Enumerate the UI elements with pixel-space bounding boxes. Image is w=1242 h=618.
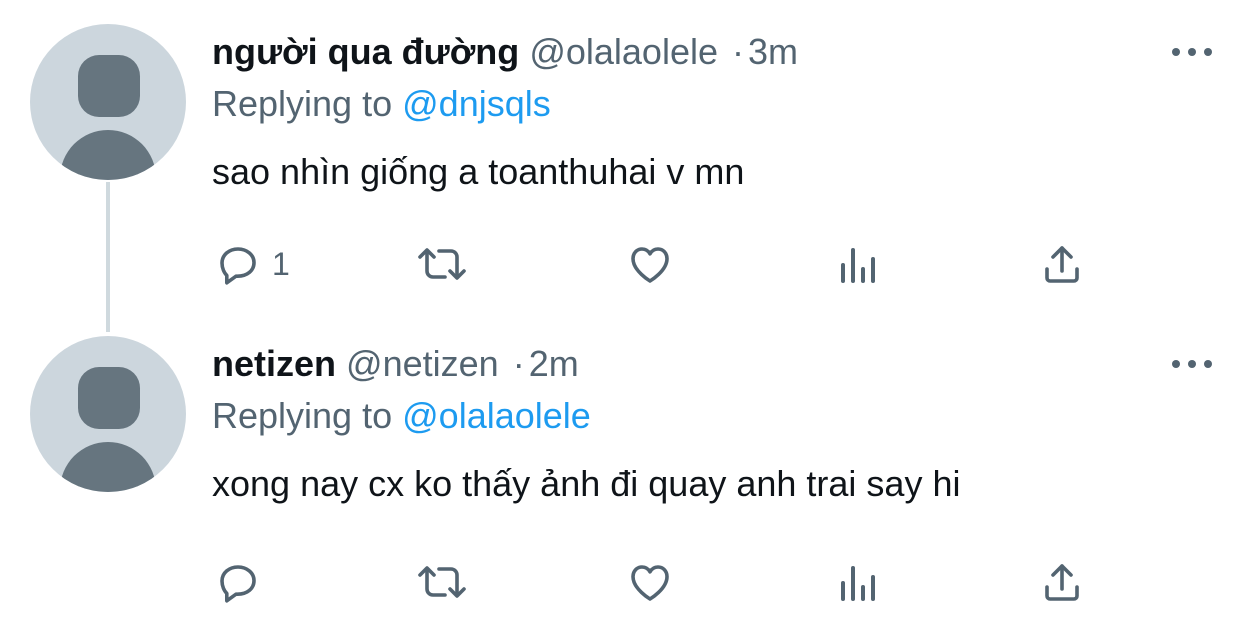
display-name[interactable]: người qua đường	[212, 31, 519, 72]
retweet-button[interactable]	[414, 234, 470, 294]
replying-to-handle[interactable]: @dnjsqls	[402, 83, 551, 124]
separator: ·	[732, 31, 744, 72]
retweet-button[interactable]	[414, 552, 470, 612]
username[interactable]: @netizen	[346, 343, 499, 384]
display-name[interactable]: netizen	[212, 343, 336, 384]
views-button[interactable]	[834, 552, 882, 612]
replying-to: Replying to @olalaolele	[212, 392, 591, 440]
default-avatar-body-icon	[60, 442, 156, 492]
reply-icon	[220, 247, 256, 285]
username[interactable]: @olalaolele	[529, 31, 718, 72]
share-icon	[1045, 246, 1079, 283]
tweet-text: sao nhìn giống a toanthuhai v mn	[212, 151, 745, 192]
more-icon[interactable]	[1172, 354, 1212, 374]
retweet-icon	[418, 566, 466, 598]
reply-count: 1	[272, 245, 290, 282]
reply-button[interactable]	[214, 552, 272, 612]
timestamp[interactable]: 2m	[529, 343, 579, 384]
like-button[interactable]	[626, 552, 674, 612]
heart-icon	[631, 247, 669, 283]
share-icon	[1045, 564, 1079, 601]
avatar[interactable]	[30, 24, 186, 180]
replying-to-handle[interactable]: @olalaolele	[402, 395, 591, 436]
more-icon[interactable]	[1172, 42, 1212, 62]
views-button[interactable]	[834, 234, 882, 294]
reply-icon	[220, 565, 256, 603]
tweet-header: người qua đường @olalaolele · 3m	[212, 28, 1182, 76]
replying-to-label: Replying to	[212, 395, 393, 436]
replying-to: Replying to @dnjsqls	[212, 80, 551, 128]
action-bar: 1	[0, 234, 1242, 294]
heart-icon	[631, 565, 669, 601]
tweet[interactable]: người qua đường @olalaolele · 3m Replying…	[0, 0, 1242, 312]
tweet-text: xong nay cx ko thấy ảnh đi quay anh trai…	[212, 463, 961, 504]
action-bar	[0, 552, 1242, 612]
avatar[interactable]	[30, 336, 186, 492]
default-avatar-head-icon	[78, 367, 140, 429]
timestamp[interactable]: 3m	[748, 31, 798, 72]
retweet-icon	[418, 248, 466, 280]
tweet-header: netizen @netizen · 2m	[212, 340, 1182, 388]
like-button[interactable]	[626, 234, 674, 294]
separator: ·	[512, 343, 525, 384]
replying-to-label: Replying to	[212, 83, 393, 124]
share-button[interactable]	[1038, 552, 1086, 612]
reply-button[interactable]: 1	[214, 234, 290, 294]
tweet[interactable]: netizen @netizen · 2m Replying to @olalao…	[0, 312, 1242, 618]
share-button[interactable]	[1038, 234, 1086, 294]
default-avatar-head-icon	[78, 55, 140, 117]
views-icon	[841, 248, 875, 283]
default-avatar-body-icon	[60, 130, 156, 180]
views-icon	[841, 566, 875, 601]
